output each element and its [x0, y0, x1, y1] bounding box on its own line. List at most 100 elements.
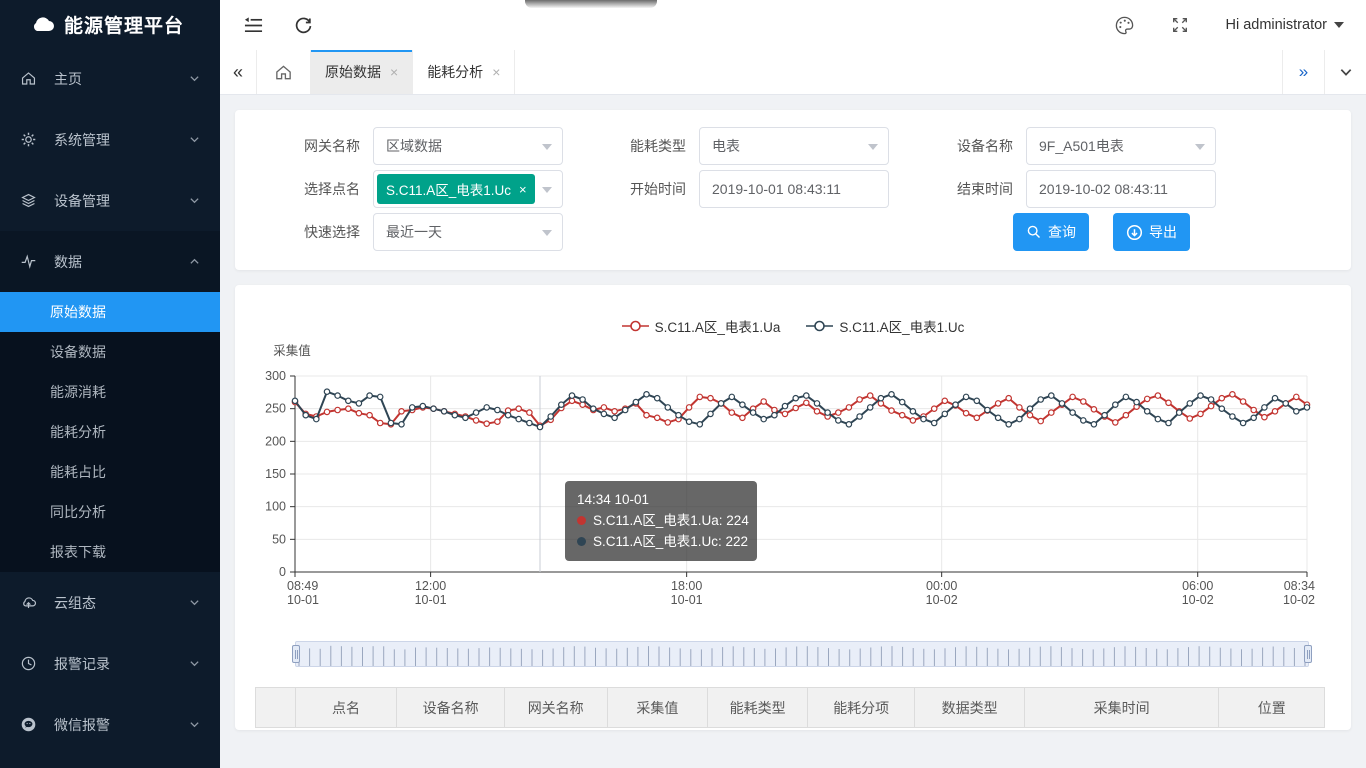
tab-energy-analysis[interactable]: 能耗分析 ×: [413, 50, 515, 94]
submenu-item-yoy-analysis[interactable]: 同比分析: [0, 492, 220, 532]
tabs-scroll-left-button[interactable]: «: [220, 50, 257, 94]
datazoom-right-handle[interactable]: [1304, 645, 1312, 663]
selected-point-tag: S.C11.A区_电表1.Uc×: [377, 174, 535, 204]
x-tick-label: 08:49: [287, 579, 318, 593]
select-caret-icon: [542, 230, 552, 236]
refresh-icon[interactable]: [292, 14, 314, 36]
clock-icon: [20, 655, 37, 672]
legend-item-uc[interactable]: S.C11.A区_电表1.Uc: [806, 316, 964, 336]
chevron-down-icon: [189, 597, 200, 608]
x-tick-label: 06:00: [1182, 579, 1213, 593]
sidebar-item-home[interactable]: 主页: [0, 48, 220, 109]
sidebar-item-label: 设备管理: [54, 191, 189, 211]
datazoom-shadow: [296, 642, 1308, 666]
energy-type-select[interactable]: 电表: [699, 127, 889, 165]
sidebar-item-wechat-alarm[interactable]: 微信报警: [0, 694, 220, 755]
tab-raw-data[interactable]: 原始数据 ×: [311, 50, 413, 94]
fullscreen-icon[interactable]: [1169, 14, 1191, 36]
tabs-menu-button[interactable]: [1324, 50, 1366, 94]
point-multiselect[interactable]: S.C11.A区_电表1.Uc×: [373, 170, 563, 208]
chevron-down-icon: [189, 658, 200, 669]
sidebar-item-data[interactable]: 数据: [0, 231, 220, 292]
sidebar-item-label: 系统管理: [54, 130, 189, 150]
sidebar-item-label: 主页: [54, 69, 189, 89]
close-icon[interactable]: ×: [390, 64, 398, 80]
submenu-item-device-data[interactable]: 设备数据: [0, 332, 220, 372]
series-dot-icon: [577, 537, 586, 546]
filter-panel: 网关名称 区域数据 能耗类型 电表 设备名称 9F_A501电表 选择点名 S.…: [235, 110, 1351, 270]
gateway-select[interactable]: 区域数据: [373, 127, 563, 165]
point-label: 选择点名: [290, 179, 360, 199]
submenu-item-energy-analysis[interactable]: 能耗分析: [0, 412, 220, 452]
datazoom-slider[interactable]: [295, 641, 1309, 667]
legend-item-ua[interactable]: S.C11.A区_电表1.Ua: [622, 316, 781, 336]
table-header-empty: [256, 688, 296, 727]
table-header-point: 点名: [296, 688, 398, 727]
chevron-down-icon: [189, 134, 200, 145]
start-time-value: 2019-10-01 08:43:11: [712, 181, 841, 197]
gateway-select-value: 区域数据: [386, 136, 442, 156]
main-area: Hi administrator « 原始数据 × 能耗分析 × »: [220, 0, 1366, 768]
x-tick-label: 10-02: [926, 593, 958, 607]
y-tick-label: 50: [272, 532, 286, 546]
quick-select[interactable]: 最近一天: [373, 213, 563, 251]
search-icon: [1026, 224, 1042, 240]
x-tick-label: 10-02: [1182, 593, 1214, 607]
remove-tag-icon[interactable]: ×: [519, 182, 527, 197]
chevron-down-icon: [189, 195, 200, 206]
datazoom-left-handle[interactable]: [292, 645, 300, 663]
menu-fold-icon[interactable]: [242, 14, 264, 36]
download-icon: [1126, 224, 1143, 241]
submenu-item-energy-proportion[interactable]: 能耗占比: [0, 452, 220, 492]
x-tick-label: 10-01: [415, 593, 447, 607]
submenu-item-energy-consumption[interactable]: 能源消耗: [0, 372, 220, 412]
x-tick-label: 18:00: [671, 579, 702, 593]
series-dot-icon: [577, 516, 586, 525]
cloud-logo-icon: [30, 15, 56, 33]
theme-palette-icon[interactable]: [1113, 14, 1135, 36]
tooltip-value: S.C11.A区_电表1.Uc: 222: [593, 531, 748, 552]
table-header-device: 设备名称: [397, 688, 504, 727]
home-tab-icon: [274, 63, 293, 82]
export-button[interactable]: 导出: [1113, 213, 1190, 251]
tab-home[interactable]: [257, 50, 311, 94]
energy-type-label: 能耗类型: [616, 136, 686, 156]
start-time-input[interactable]: 2019-10-01 08:43:11: [699, 170, 889, 208]
select-caret-icon: [542, 144, 552, 150]
legend-label: S.C11.A区_电表1.Ua: [655, 316, 781, 336]
sidebar-item-cloud-config[interactable]: 云组态: [0, 572, 220, 633]
x-tick-label: 10-02: [1283, 593, 1315, 607]
y-tick-label: 200: [265, 434, 286, 448]
query-button[interactable]: 查询: [1013, 213, 1089, 251]
legend-label: S.C11.A区_电表1.Uc: [839, 316, 964, 336]
app-logo: 能源管理平台: [0, 0, 220, 48]
user-menu[interactable]: Hi administrator: [1225, 17, 1344, 33]
sidebar-item-label: 云组态: [54, 593, 189, 613]
sidebar-item-alarm-records[interactable]: 报警记录: [0, 633, 220, 694]
line-chart-canvas[interactable]: 05010015020025030008:4910-0112:0010-0118…: [235, 335, 1345, 621]
content: 网关名称 区域数据 能耗类型 电表 设备名称 9F_A501电表 选择点名 S.…: [220, 95, 1366, 768]
close-icon[interactable]: ×: [492, 64, 500, 80]
end-time-label: 结束时间: [943, 179, 1013, 199]
x-tick-label: 10-01: [287, 593, 319, 607]
tab-label: 原始数据: [325, 62, 381, 82]
table-header-location: 位置: [1219, 688, 1324, 727]
tabs-scroll-right-button[interactable]: »: [1282, 50, 1324, 94]
tabbar-spacer: [515, 50, 1282, 94]
sidebar: 能源管理平台 主页 系统管理 设备管理 数据: [0, 0, 220, 768]
sidebar-item-system[interactable]: 系统管理: [0, 109, 220, 170]
end-time-input[interactable]: 2019-10-02 08:43:11: [1026, 170, 1216, 208]
chart-legend: S.C11.A区_电表1.Ua S.C11.A区_电表1.Uc: [235, 316, 1351, 336]
device-select[interactable]: 9F_A501电表: [1026, 127, 1216, 165]
export-button-label: 导出: [1149, 222, 1177, 242]
table-header-gateway: 网关名称: [505, 688, 608, 727]
pulse-icon: [20, 253, 37, 270]
submenu-item-report-download[interactable]: 报表下载: [0, 532, 220, 572]
submenu-item-raw-data[interactable]: 原始数据: [0, 292, 220, 332]
legend-marker-icon: [806, 320, 833, 332]
sidebar-item-label: 数据: [54, 252, 189, 272]
sidebar-item-device[interactable]: 设备管理: [0, 170, 220, 231]
y-tick-label: 100: [265, 500, 286, 514]
y-tick-label: 150: [265, 467, 286, 481]
quick-select-label: 快速选择: [290, 222, 360, 242]
